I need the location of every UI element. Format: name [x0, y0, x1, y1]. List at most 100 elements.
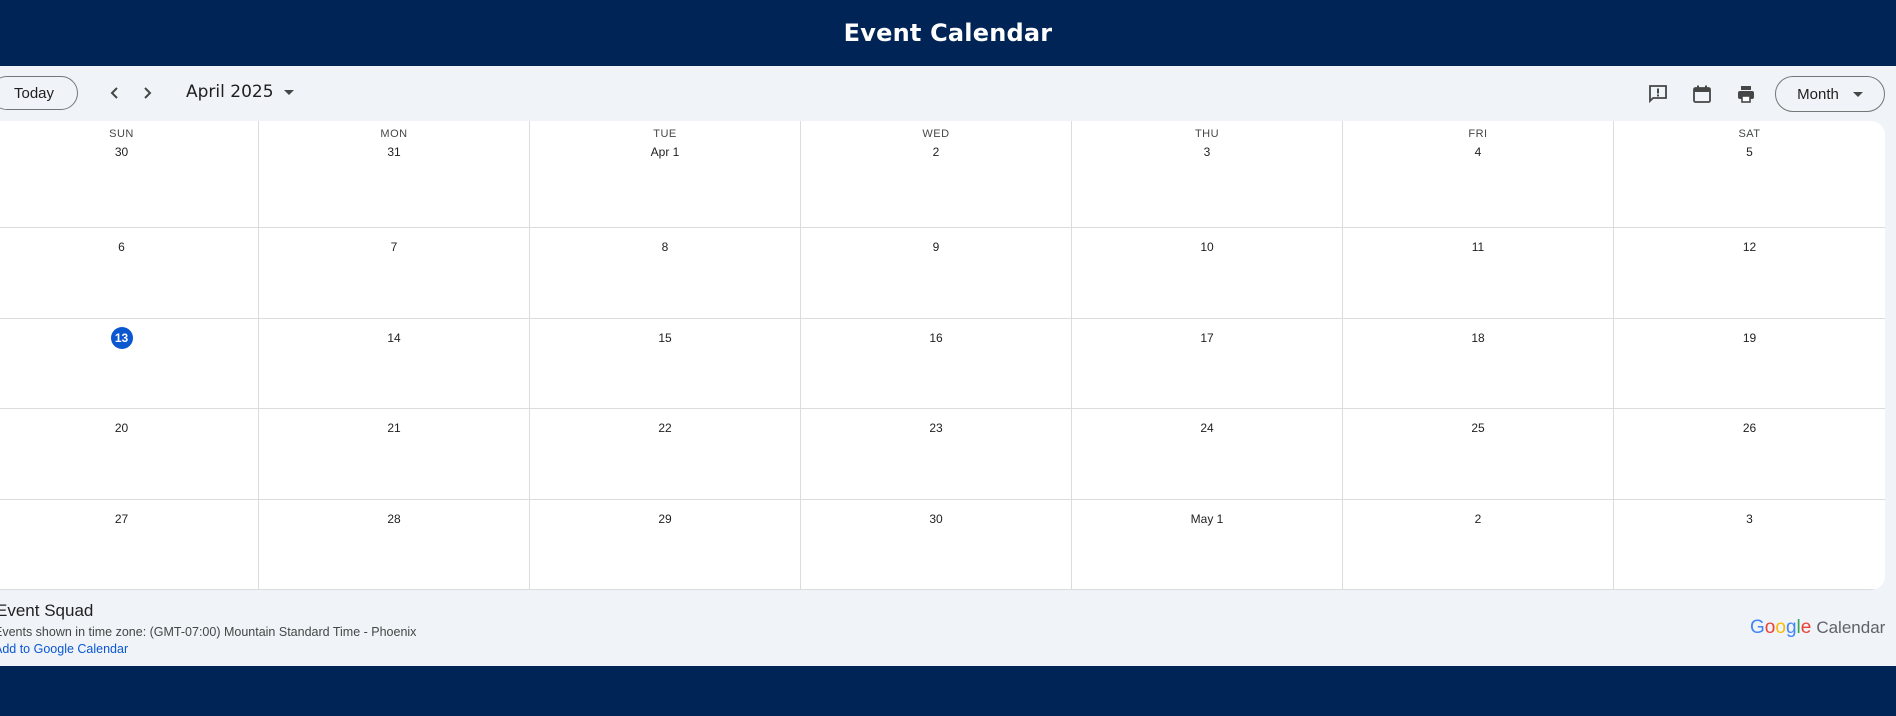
day-number[interactable]: 28 [383, 508, 405, 530]
day-number[interactable]: May 1 [1191, 508, 1224, 530]
dropdown-caret-icon [1852, 91, 1863, 97]
day-cell[interactable]: FRI 4 [1343, 121, 1614, 228]
day-cell[interactable]: 19 [1614, 319, 1885, 409]
previous-month-button[interactable] [100, 78, 130, 108]
weekday-header: SUN [109, 128, 134, 140]
day-cell[interactable]: 28 [259, 499, 530, 590]
day-number[interactable]: 13 [110, 326, 133, 349]
day-number[interactable]: 6 [111, 236, 133, 258]
day-number[interactable]: 23 [925, 417, 947, 439]
day-cell[interactable]: 20 [0, 409, 259, 500]
calendar-name: Event Squad [0, 601, 94, 620]
day-cell[interactable]: 24 [1072, 409, 1343, 500]
day-cell[interactable]: May 1 [1072, 499, 1343, 590]
day-cell[interactable]: 13 [0, 318, 259, 409]
day-cell[interactable]: TUE Apr 1 [530, 121, 801, 228]
day-number[interactable]: 29 [654, 508, 676, 530]
day-number[interactable]: 18 [1467, 327, 1489, 349]
day-number[interactable]: 10 [1196, 236, 1218, 258]
day-cell[interactable]: 2 [1343, 499, 1614, 590]
timezone-note: Events shown in time zone: (GMT-07:00) M… [0, 625, 417, 639]
day-cell[interactable]: 9 [801, 228, 1072, 319]
day-cell[interactable]: 18 [1343, 318, 1614, 409]
month-label: April 2025 [186, 82, 274, 102]
day-number[interactable]: 25 [1467, 417, 1489, 439]
day-cell[interactable]: 21 [259, 409, 530, 500]
feedback-icon [1649, 85, 1667, 104]
print-button[interactable] [1732, 80, 1760, 108]
next-month-button[interactable] [132, 78, 162, 108]
day-number[interactable]: 12 [1739, 236, 1761, 258]
day-number[interactable]: 5 [1739, 141, 1761, 163]
day-cell[interactable]: 17 [1072, 318, 1343, 409]
google-letter: g [1785, 617, 1797, 638]
day-cell[interactable]: 10 [1072, 228, 1343, 319]
day-cell[interactable]: 27 [0, 499, 259, 590]
day-number[interactable]: 20 [111, 417, 133, 439]
day-number[interactable]: 8 [654, 236, 676, 258]
google-letter: G [1750, 617, 1765, 638]
day-cell[interactable]: 3 [1614, 500, 1885, 590]
day-cell[interactable]: 23 [801, 409, 1072, 500]
weekday-header: FRI [1468, 128, 1488, 140]
calendar-wordmark: Calendar [1816, 618, 1886, 637]
weekday-header: TUE [653, 128, 677, 140]
day-number[interactable]: 14 [383, 327, 405, 349]
weekday-header: SAT [1738, 128, 1761, 140]
day-number[interactable]: 7 [383, 236, 405, 258]
weekday-header: THU [1194, 128, 1220, 140]
day-number[interactable]: 17 [1196, 327, 1218, 349]
day-number[interactable]: 2 [1467, 508, 1489, 530]
day-number[interactable]: 27 [111, 508, 133, 530]
day-number[interactable]: 22 [654, 417, 676, 439]
day-cell[interactable]: 30 [801, 499, 1072, 590]
add-to-google-calendar-link[interactable]: Add to Google Calendar [0, 642, 128, 656]
feedback-button[interactable] [1644, 80, 1672, 108]
day-number[interactable]: 24 [1196, 417, 1218, 439]
day-cell[interactable]: 22 [530, 409, 801, 500]
day-number[interactable]: 30 [111, 141, 133, 163]
day-cell[interactable]: SAT 5 [1614, 121, 1885, 228]
day-number[interactable]: 9 [925, 236, 947, 258]
day-number[interactable]: 4 [1467, 141, 1489, 163]
day-cell[interactable]: 14 [259, 318, 530, 409]
google-letter: e [1800, 617, 1812, 638]
day-cell[interactable]: 26 [1614, 409, 1885, 500]
view-label: Month [1797, 85, 1839, 103]
day-cell[interactable]: 15 [530, 318, 801, 409]
day-cell[interactable]: 11 [1343, 228, 1614, 319]
view-selector-button[interactable]: Month [1775, 76, 1885, 112]
day-cell[interactable]: 7 [259, 228, 530, 319]
day-cell[interactable]: 12 [1614, 228, 1885, 319]
day-cell[interactable]: SUN 30 [0, 121, 259, 228]
day-number[interactable]: 15 [654, 327, 676, 349]
day-number[interactable]: 21 [383, 417, 405, 439]
day-cell[interactable]: 16 [801, 318, 1072, 409]
day-number[interactable]: 11 [1467, 236, 1489, 258]
day-number[interactable]: 19 [1739, 327, 1761, 349]
day-cell[interactable]: 6 [0, 228, 259, 319]
day-number[interactable]: 30 [925, 508, 947, 530]
day-cell[interactable]: 29 [530, 499, 801, 590]
day-number[interactable]: Apr 1 [651, 141, 680, 163]
google-calendar-logo[interactable]: Google Calendar [1750, 617, 1885, 639]
day-number[interactable]: 3 [1739, 508, 1761, 530]
day-number[interactable]: 31 [383, 141, 405, 163]
app-header: Event Calendar [0, 0, 1896, 66]
day-cell[interactable]: MON 31 [259, 121, 530, 228]
dropdown-caret-icon [283, 89, 294, 95]
day-cell[interactable]: 8 [530, 228, 801, 319]
day-cell[interactable]: 25 [1343, 409, 1614, 500]
day-cell[interactable]: THU 3 [1072, 121, 1343, 228]
today-button[interactable]: Today [0, 76, 78, 110]
day-cell[interactable]: WED 2 [801, 121, 1072, 228]
calendar-toolbar: Today April 2025 Month [0, 66, 1896, 121]
calendar-view-button[interactable] [1688, 80, 1716, 108]
day-number[interactable]: 26 [1739, 417, 1761, 439]
google-letter: o [1775, 617, 1786, 638]
day-number[interactable]: 16 [925, 327, 947, 349]
day-number[interactable]: 2 [925, 141, 947, 163]
day-number[interactable]: 3 [1196, 141, 1218, 163]
page-title: Event Calendar [843, 19, 1053, 47]
month-picker[interactable]: April 2025 [186, 82, 294, 102]
